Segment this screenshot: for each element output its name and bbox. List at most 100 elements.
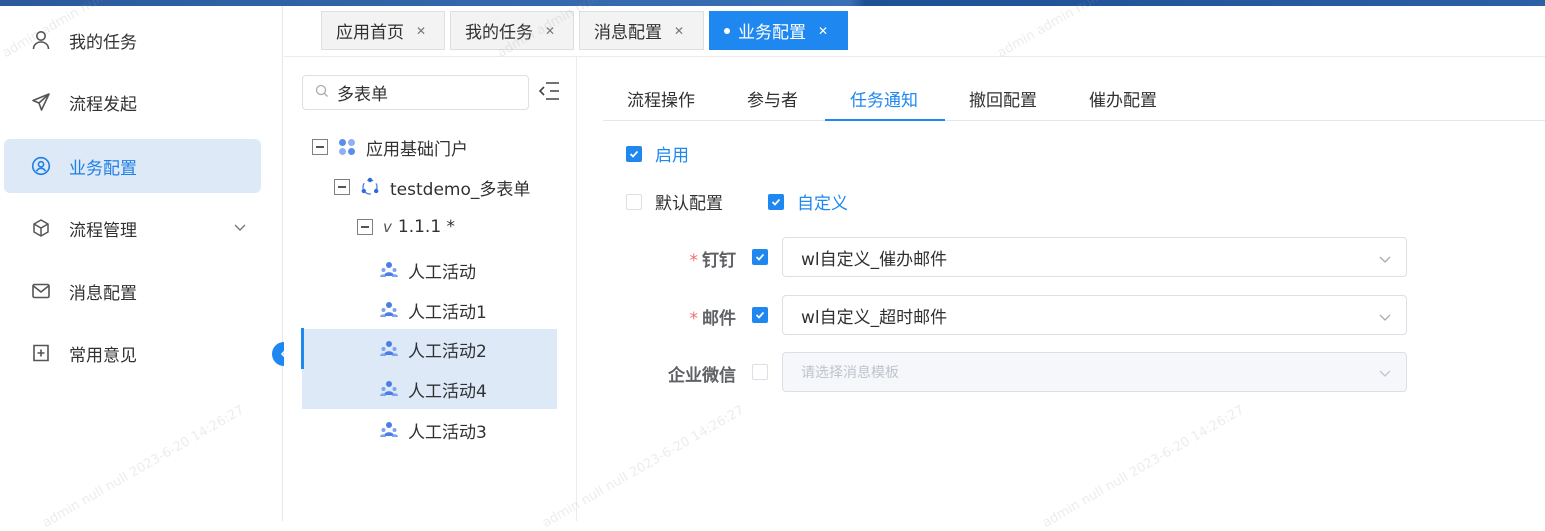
wecom-label: 企业微信 (668, 366, 736, 386)
sidebar-item-label: 流程发起 (69, 94, 137, 115)
sidebar-item-start-process[interactable]: 流程发起 (4, 75, 261, 129)
tree-node-label: 人工活动4 (408, 381, 487, 402)
tree-node-label: 人工活动3 (408, 422, 487, 443)
config-panel: 流程操作 参与者 任务通知 撤回配置 催办配置 启用 默认配置 自定义 * 钉钉 … (578, 57, 1545, 521)
tree-node-app[interactable]: testdemo_多表单 (334, 167, 530, 207)
sidebar-item-message-config[interactable]: 消息配置 (4, 264, 261, 318)
cube-icon (30, 217, 52, 239)
subtab-recall-config[interactable]: 撤回配置 (969, 75, 1037, 121)
chevron-down-icon (1378, 309, 1392, 329)
workflow-icon (360, 177, 380, 197)
email-label: * 邮件 (668, 304, 737, 329)
selection-indicator (301, 328, 304, 369)
check-icon (755, 253, 765, 261)
tree-node-activity-2[interactable]: 人工活动2 (302, 329, 557, 369)
user-icon (30, 29, 52, 51)
people-icon (380, 261, 398, 279)
custom-checkbox[interactable]: 自定义 (768, 189, 848, 214)
custom-label: 自定义 (797, 194, 848, 214)
tab-app-home[interactable]: 应用首页 ✕ (321, 11, 445, 50)
people-icon (380, 340, 398, 358)
paper-plane-icon (30, 91, 52, 113)
dingtalk-label: * 钉钉 (668, 246, 737, 271)
email-label-text: 邮件 (702, 309, 736, 329)
mail-icon (30, 280, 52, 302)
people-icon (380, 421, 398, 439)
check-icon[interactable] (626, 145, 642, 162)
tab-label: 我的任务 (465, 23, 533, 43)
tab-label: 消息配置 (594, 23, 662, 43)
tree-panel: 多表单 应用基础门户 testdemo_多表单 v 1.1.1 * 人工活动 人… (284, 57, 577, 521)
apps-icon (338, 138, 356, 156)
email-template-select[interactable]: wl自定义_超时邮件 (782, 295, 1407, 335)
tree-node-activity-3[interactable]: 人工活动3 (380, 410, 487, 450)
close-icon[interactable]: ✕ (818, 24, 828, 38)
email-checkbox[interactable] (752, 307, 768, 323)
close-icon[interactable]: ✕ (674, 24, 684, 38)
subtab-urge-config[interactable]: 催办配置 (1089, 75, 1157, 121)
required-mark: * (689, 309, 699, 329)
required-mark: * (689, 251, 699, 271)
sidebar-item-my-tasks[interactable]: 我的任务 (4, 13, 261, 67)
tree-node-activity[interactable]: 人工活动 (380, 250, 476, 290)
tree-node-label: 人工活动2 (408, 341, 487, 362)
check-icon[interactable] (768, 193, 784, 210)
subtab-task-notify[interactable]: 任务通知 (850, 75, 918, 121)
subtab-participants[interactable]: 参与者 (747, 75, 798, 121)
wecom-template-select[interactable]: 请选择消息模板 (782, 352, 1407, 392)
sidebar-item-process-management[interactable]: 流程管理 (4, 201, 261, 255)
tab-label: 业务配置 (738, 23, 806, 43)
people-icon (380, 380, 398, 398)
sidebar-item-label: 业务配置 (69, 158, 137, 179)
collapse-box-icon[interactable] (312, 139, 328, 155)
sidebar-item-label: 消息配置 (69, 283, 137, 304)
chevron-down-icon (1378, 251, 1392, 271)
chevron-down-icon (1378, 366, 1392, 384)
select-value: wl自定义_催办邮件 (801, 249, 948, 270)
dingtalk-label-text: 钉钉 (702, 251, 736, 271)
dingtalk-template-select[interactable]: wl自定义_催办邮件 (782, 237, 1407, 277)
tree-node-root[interactable]: 应用基础门户 (312, 127, 468, 167)
list-collapse-icon[interactable] (538, 81, 560, 105)
tree-node-label: testdemo_多表单 (390, 179, 531, 200)
sidebar-item-business-config[interactable]: 业务配置 (4, 139, 261, 193)
tab-my-tasks[interactable]: 我的任务 ✕ (450, 11, 574, 50)
subtab-process-ops[interactable]: 流程操作 (627, 75, 695, 121)
search-value: 多表单 (337, 85, 388, 105)
sidebar-item-label: 常用意见 (69, 345, 137, 366)
user-circle-icon (30, 155, 52, 177)
dingtalk-checkbox[interactable] (752, 249, 768, 265)
tree-node-activity-4[interactable]: 人工活动4 (302, 369, 557, 409)
tab-bar: 应用首页 ✕ 我的任务 ✕ 消息配置 ✕ 业务配置 ✕ (284, 6, 1545, 57)
enable-checkbox[interactable]: 启用 (626, 141, 689, 166)
subtab-active-indicator (825, 119, 945, 121)
sidebar-item-label: 流程管理 (69, 220, 137, 241)
active-dot (724, 27, 730, 34)
tree-node-activity-1[interactable]: 人工活动1 (380, 290, 487, 330)
chevron-down-icon (233, 219, 247, 239)
tab-message-config[interactable]: 消息配置 ✕ (579, 11, 704, 50)
search-icon (315, 83, 329, 102)
close-icon[interactable]: ✕ (545, 24, 555, 38)
search-input[interactable]: 多表单 (302, 75, 529, 110)
version-icon: v (383, 218, 392, 236)
tab-business-config[interactable]: 业务配置 ✕ (709, 11, 848, 50)
collapse-box-icon[interactable] (334, 179, 350, 195)
tree-node-version[interactable]: v 1.1.1 * (357, 207, 455, 247)
default-config-label: 默认配置 (655, 194, 723, 214)
close-icon[interactable]: ✕ (416, 24, 426, 38)
tree-node-label: 应用基础门户 (366, 139, 468, 160)
tree-node-label: 人工活动1 (408, 302, 487, 323)
check-icon (755, 311, 765, 319)
wecom-checkbox[interactable] (752, 364, 768, 380)
checkbox-box[interactable] (626, 193, 642, 210)
sidebar-item-common-opinions[interactable]: 常用意见 (4, 326, 261, 380)
people-icon (380, 301, 398, 319)
collapse-box-icon[interactable] (357, 219, 373, 235)
default-config-checkbox[interactable]: 默认配置 (626, 189, 723, 214)
plus-square-icon (30, 342, 52, 364)
sidebar-item-label: 我的任务 (69, 32, 137, 53)
select-placeholder: 请选择消息模板 (801, 365, 899, 381)
enable-label: 启用 (655, 146, 689, 166)
tree-node-label: 1.1.1 * (397, 217, 456, 237)
